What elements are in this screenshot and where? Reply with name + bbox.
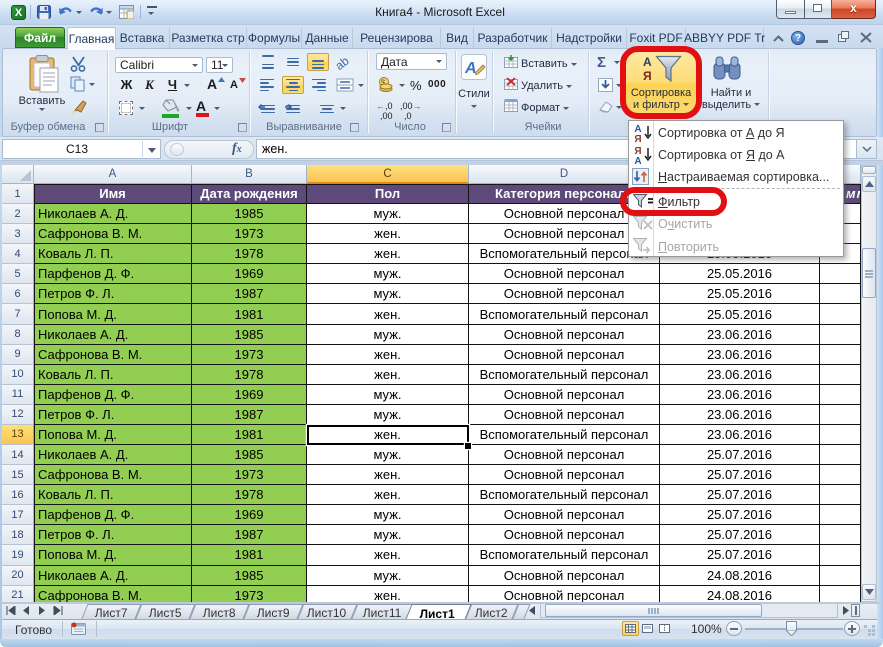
svg-text:A: A	[464, 60, 477, 77]
svg-text:ab: ab	[336, 54, 352, 70]
